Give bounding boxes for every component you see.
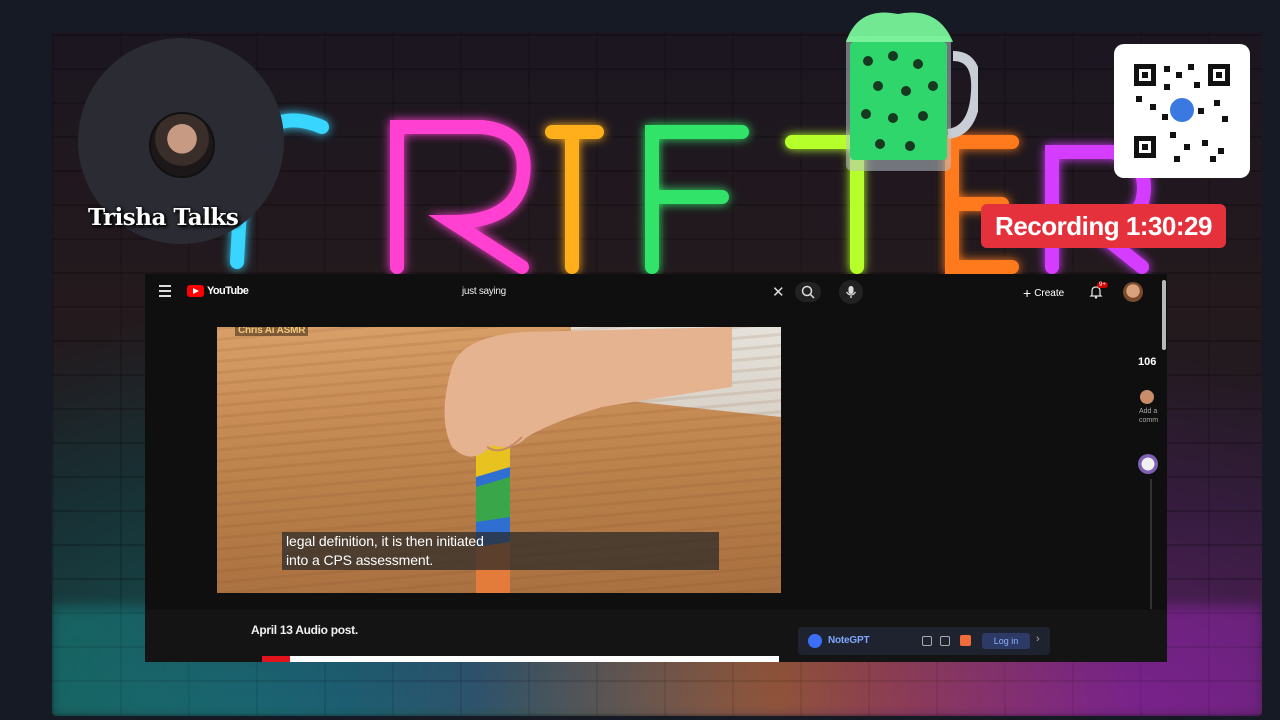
progress-bar[interactable] (262, 656, 779, 662)
streamer-name: Trisha Talks (88, 204, 239, 231)
comment-count: 106 (1138, 356, 1157, 368)
channel-badge-avatar[interactable] (1138, 454, 1158, 474)
qr-pattern (1134, 64, 1230, 162)
caption-line: into a CPS assessment. (286, 552, 434, 568)
create-button[interactable]: + Create (1023, 285, 1064, 301)
video-info-bar: April 13 Audio post. NoteGPT Log in › (145, 610, 1167, 662)
screenshot-icon[interactable] (922, 636, 932, 646)
search-icon (801, 285, 815, 299)
voice-search-button[interactable] (839, 280, 863, 304)
clear-icon[interactable]: ✕ (772, 283, 785, 301)
browser-window: YouTube just saying ✕ +Create 9+ Chris (145, 274, 1167, 662)
notegpt-widget: NoteGPT Log in › (798, 627, 1050, 655)
menu-icon[interactable] (159, 285, 171, 297)
add-comment-field[interactable]: Add a comm (1139, 407, 1163, 425)
search-button[interactable] (795, 282, 821, 302)
youtube-logo[interactable]: YouTube (187, 285, 249, 297)
qr-code (1114, 44, 1250, 178)
plus-icon: + (1023, 285, 1032, 301)
caption-line: legal definition, it is then initiated (286, 533, 484, 549)
recording-timer: Recording 1:30:29 (981, 204, 1226, 248)
youtube-header: YouTube just saying ✕ + Create 9+ (145, 274, 1167, 310)
post-title: April 13 Audio post. (251, 623, 358, 637)
login-button[interactable]: Log in (982, 633, 1030, 649)
video-player[interactable]: Chris Ai ASMR legal definition, it is th… (217, 327, 781, 593)
youtube-logo-word: YouTube (207, 285, 249, 297)
hand-image (444, 327, 732, 457)
streamer-photo (149, 112, 215, 178)
scrollbar-thumb[interactable] (1162, 280, 1166, 350)
youtube-logo-icon (187, 285, 204, 297)
channel-watermark: Chris Ai ASMR (235, 327, 309, 336)
video-caption: legal definition, it is then initiated i… (282, 532, 719, 570)
mic-icon (845, 286, 857, 298)
commenter-avatar (1140, 390, 1154, 404)
panel-divider (1150, 479, 1152, 609)
notegpt-name: NoteGPT (828, 635, 870, 646)
chevron-right-icon[interactable]: › (1036, 633, 1040, 645)
notegpt-logo-icon (808, 634, 822, 648)
user-avatar[interactable] (1123, 282, 1143, 302)
beer-mug-icon (846, 12, 978, 171)
gift-icon[interactable] (960, 635, 971, 646)
notification-badge: 9+ (1097, 282, 1108, 288)
search-input[interactable]: just saying (462, 286, 506, 297)
progress-bar-fill (262, 656, 291, 662)
create-label: Create (1034, 287, 1065, 299)
transcript-icon[interactable] (940, 636, 950, 646)
